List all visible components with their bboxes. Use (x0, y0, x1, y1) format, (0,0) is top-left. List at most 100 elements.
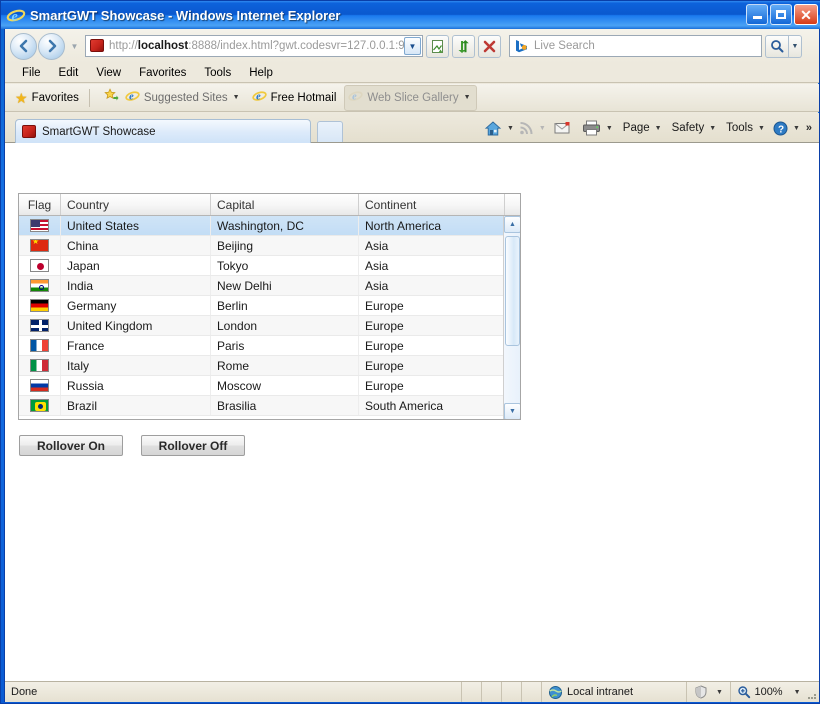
security-zone-indicator[interactable]: Local intranet (542, 682, 687, 702)
scrollbar-thumb[interactable] (505, 236, 520, 346)
column-header-country[interactable]: Country (61, 194, 211, 215)
table-row[interactable]: United States Washington, DC North America (19, 216, 520, 236)
column-header-continent[interactable]: Continent (359, 194, 505, 215)
search-go-button[interactable] (765, 34, 789, 58)
close-x-icon (483, 40, 496, 52)
menu-item-tools[interactable]: Tools (197, 66, 238, 80)
page-menu-label: Page (622, 122, 650, 134)
refresh-button[interactable] (452, 34, 475, 58)
flag-icon (30, 359, 49, 372)
compatibility-view-button[interactable] (426, 34, 449, 58)
column-header-capital[interactable]: Capital (211, 194, 359, 215)
minimize-button[interactable] (746, 4, 768, 25)
suggested-sites-item[interactable]: e Suggested Sites ▼ (125, 88, 240, 108)
flag-icon (30, 339, 49, 352)
cell-continent: Europe (359, 316, 505, 335)
table-row[interactable]: Italy Rome Europe (19, 356, 520, 376)
home-icon (484, 120, 502, 135)
gwt-cube-icon (89, 38, 105, 54)
cell-flag (19, 396, 61, 415)
cell-capital: Brasilia (211, 396, 359, 415)
home-button[interactable]: ▼ (484, 120, 514, 137)
cell-continent: Asia (359, 276, 505, 295)
free-hotmail-item[interactable]: e Free Hotmail (251, 88, 337, 108)
svg-text:e: e (353, 91, 358, 102)
address-dropdown-button[interactable]: ▼ (404, 37, 421, 55)
flag-icon (30, 299, 49, 312)
address-bar[interactable]: http://localhost:8888/index.html?gwt.cod… (85, 35, 423, 57)
table-row[interactable]: India New Delhi Asia (19, 276, 520, 296)
security-zone-label: Local intranet (567, 686, 634, 698)
mail-button[interactable] (554, 121, 572, 135)
free-hotmail-label: Free Hotmail (270, 91, 337, 104)
cell-flag (19, 316, 61, 335)
table-row[interactable]: United Kingdom London Europe (19, 316, 520, 336)
rollover-off-button[interactable]: Rollover Off (141, 435, 245, 456)
column-header-flag[interactable]: Flag (19, 194, 61, 215)
table-row[interactable]: Germany Berlin Europe (19, 296, 520, 316)
grid-vertical-scrollbar[interactable]: ▲ ▼ (503, 216, 520, 419)
cell-country: China (61, 236, 211, 255)
protected-mode-indicator[interactable]: ▼ (687, 682, 731, 702)
chevron-down-icon[interactable]: ▼ (794, 689, 801, 696)
table-row[interactable]: Russia Moscow Europe (19, 376, 520, 396)
menu-item-favorites[interactable]: Favorites (132, 66, 193, 80)
arrow-left-icon (19, 39, 27, 53)
web-slice-gallery-item[interactable]: e Web Slice Gallery ▼ (344, 84, 477, 111)
menu-item-help[interactable]: Help (242, 66, 280, 80)
close-button[interactable]: ✕ (794, 4, 818, 25)
feeds-icon (520, 122, 533, 135)
cell-flag (19, 336, 61, 355)
maximize-button[interactable] (770, 4, 792, 25)
table-row[interactable]: France Paris Europe (19, 336, 520, 356)
cell-continent: Europe (359, 336, 505, 355)
tools-menu-button[interactable]: Tools ▼ (726, 122, 765, 134)
new-tab-button[interactable] (317, 121, 343, 143)
safety-menu-button[interactable]: Safety ▼ (672, 122, 717, 134)
table-row[interactable]: Brazil Brasilia South America (19, 396, 520, 416)
page-menu-button[interactable]: Page ▼ (623, 122, 662, 134)
chevron-down-icon: ▼ (654, 124, 662, 132)
cell-continent: Asia (359, 256, 505, 275)
forward-button[interactable] (38, 32, 65, 60)
menu-item-edit[interactable]: Edit (52, 66, 86, 80)
ie-logo-icon: e (6, 5, 26, 25)
status-segment (482, 682, 502, 702)
scroll-up-button[interactable]: ▲ (504, 216, 520, 233)
magnifier-icon (771, 40, 784, 53)
command-bar-overflow-button[interactable]: » (806, 122, 812, 134)
cell-capital: Washington, DC (211, 216, 359, 235)
stop-button[interactable] (478, 34, 501, 58)
recent-pages-button[interactable]: ▼ (68, 36, 81, 56)
cell-capital: Moscow (211, 376, 359, 395)
zoom-control[interactable]: 100% ▼ (731, 682, 807, 702)
feeds-button[interactable]: ▼ (518, 120, 546, 136)
search-input[interactable]: Live Search (509, 35, 762, 57)
rollover-on-button[interactable]: Rollover On (19, 435, 123, 456)
country-list-grid: Flag Country Capital Continent United St… (18, 193, 521, 420)
flag-icon (30, 219, 49, 232)
menu-item-view[interactable]: View (89, 66, 128, 80)
help-menu-button[interactable]: ? ▼ (773, 121, 800, 136)
menu-item-file[interactable]: File (15, 66, 48, 80)
search-provider-dropdown[interactable]: ▼ (789, 34, 802, 58)
print-button[interactable]: ▼ (582, 120, 613, 136)
add-to-favorites-bar-button[interactable] (104, 87, 119, 108)
scroll-down-button[interactable]: ▼ (504, 403, 520, 419)
cell-flag (19, 296, 61, 315)
globe-icon (548, 685, 563, 700)
tab-smartgwt-showcase[interactable]: SmartGWT Showcase (15, 119, 311, 143)
status-segment (522, 682, 542, 702)
flag-icon (30, 259, 49, 272)
table-row[interactable]: ChinaBeijingAsia (19, 236, 520, 256)
gwt-cube-icon (21, 124, 37, 140)
grid-body: United States Washington, DC North America… (19, 216, 520, 419)
cell-flag (19, 356, 61, 375)
cell-country: Brazil (61, 396, 211, 415)
magnifier-icon (738, 686, 751, 699)
favorites-button[interactable]: ★ Favorites (15, 91, 79, 105)
table-row[interactable]: Japan Tokyo Asia (19, 256, 520, 276)
resize-grip[interactable] (807, 682, 819, 702)
back-button[interactable] (10, 32, 37, 60)
flag-icon (30, 319, 49, 332)
